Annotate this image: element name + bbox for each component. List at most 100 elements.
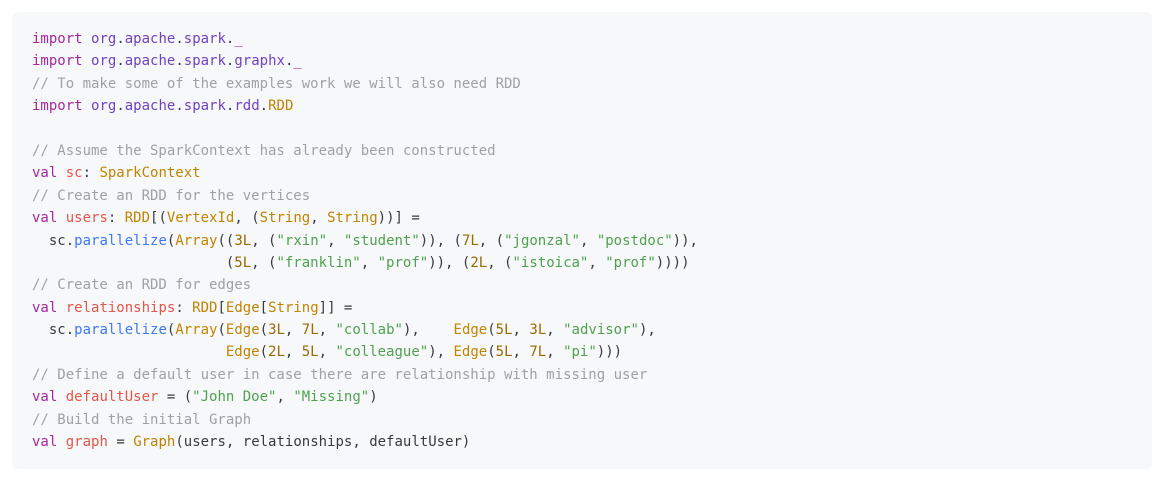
code-token: , — [276, 389, 293, 405]
code-token: , — [546, 344, 563, 360]
code-token: _ — [293, 53, 301, 69]
code-token: . — [175, 98, 183, 114]
code-token: org — [91, 53, 116, 69]
code-token: , ( — [251, 255, 276, 271]
code-token: , — [361, 255, 378, 271]
code-token: import — [32, 31, 83, 47]
code-token — [83, 53, 91, 69]
code-token: (( — [217, 233, 234, 249]
code-token: apache — [125, 53, 176, 69]
code-token — [83, 31, 91, 47]
code-token: "istoica" — [513, 255, 589, 271]
code-content: import org.apache.spark._ import org.apa… — [32, 31, 698, 450]
code-token: ))) — [597, 344, 622, 360]
code-token: SparkContext — [99, 165, 200, 181]
code-token: . — [175, 53, 183, 69]
code-token: 7L — [302, 322, 319, 338]
code-token: ) — [369, 389, 377, 405]
code-token: 5L — [496, 322, 513, 338]
code-token: Array — [175, 322, 217, 338]
code-token: import — [32, 53, 83, 69]
code-token: // Define a default user in case there a… — [32, 367, 647, 383]
code-token: , — [546, 322, 563, 338]
code-token: 5L — [496, 344, 513, 360]
code-token — [57, 300, 65, 316]
code-token — [32, 344, 226, 360]
code-token: Edge — [453, 344, 487, 360]
code-token: . — [260, 98, 268, 114]
code-token: users — [66, 210, 108, 226]
code-line: val users: RDD[(VertexId, (String, Strin… — [32, 210, 420, 226]
code-line: // Create an RDD for edges — [32, 277, 251, 293]
code-token: "prof" — [378, 255, 429, 271]
code-token: , ( — [251, 233, 276, 249]
code-line: // To make some of the examples work we … — [32, 76, 521, 92]
code-token: , — [319, 344, 336, 360]
code-line: import org.apache.spark._ — [32, 31, 243, 47]
code-token — [83, 98, 91, 114]
code-token: sc. — [32, 322, 74, 338]
code-token: ( — [260, 344, 268, 360]
code-token: "collab" — [336, 322, 403, 338]
code-token: )), ( — [428, 255, 470, 271]
code-token: "student" — [344, 233, 420, 249]
code-token: . — [175, 31, 183, 47]
code-token: parallelize — [74, 322, 167, 338]
code-token: "franklin" — [276, 255, 360, 271]
code-token: spark — [184, 31, 226, 47]
code-token: 2L — [268, 344, 285, 360]
code-token: : — [175, 300, 192, 316]
code-token: [ — [260, 300, 268, 316]
code-token: String — [260, 210, 311, 226]
code-token: , — [310, 210, 327, 226]
code-token: org — [91, 31, 116, 47]
code-token: , ( — [487, 255, 512, 271]
code-token: "advisor" — [563, 322, 639, 338]
code-token: , — [285, 344, 302, 360]
code-token: Edge — [226, 344, 260, 360]
code-token: )))) — [656, 255, 690, 271]
code-token — [57, 210, 65, 226]
code-token: relationships — [66, 300, 176, 316]
code-token: , — [285, 322, 302, 338]
code-token: 3L — [529, 322, 546, 338]
code-token: "postdoc" — [597, 233, 673, 249]
code-token: "jgonzal" — [504, 233, 580, 249]
code-token: 7L — [529, 344, 546, 360]
code-token: "pi" — [563, 344, 597, 360]
code-token: "John Doe" — [192, 389, 276, 405]
code-token: // Build the initial Graph — [32, 412, 251, 428]
code-token — [57, 389, 65, 405]
code-token: rdd — [234, 98, 259, 114]
code-token: _ — [234, 31, 242, 47]
code-token: [ — [217, 300, 225, 316]
code-token: Edge — [226, 300, 260, 316]
code-token: val — [32, 165, 57, 181]
code-token: String — [268, 300, 319, 316]
code-token: Edge — [226, 322, 260, 338]
code-token: VertexId — [167, 210, 234, 226]
code-line: val graph = Graph(users, relationships, … — [32, 434, 470, 450]
code-line: val defaultUser = ("John Doe", "Missing"… — [32, 389, 378, 405]
code-token: graphx — [234, 53, 285, 69]
code-token: 2L — [470, 255, 487, 271]
code-line: val sc: SparkContext — [32, 165, 201, 181]
code-token: ]] = — [319, 300, 353, 316]
code-token: ( — [487, 322, 495, 338]
code-token: , — [580, 233, 597, 249]
code-line: Edge(2L, 5L, "colleague"), Edge(5L, 7L, … — [32, 344, 622, 360]
code-line: // Build the initial Graph — [32, 412, 251, 428]
code-token: Edge — [454, 322, 488, 338]
code-token: defaultUser — [66, 389, 159, 405]
code-token: RDD — [192, 300, 217, 316]
code-token: )), — [673, 233, 698, 249]
code-token: ), — [403, 322, 454, 338]
code-token: , — [319, 322, 336, 338]
code-token: ( — [32, 255, 234, 271]
code-token: , ( — [479, 233, 504, 249]
code-token: , ( — [234, 210, 259, 226]
code-token: : — [108, 210, 125, 226]
code-token: apache — [125, 31, 176, 47]
code-token: = — [108, 434, 133, 450]
code-token: Graph — [133, 434, 175, 450]
